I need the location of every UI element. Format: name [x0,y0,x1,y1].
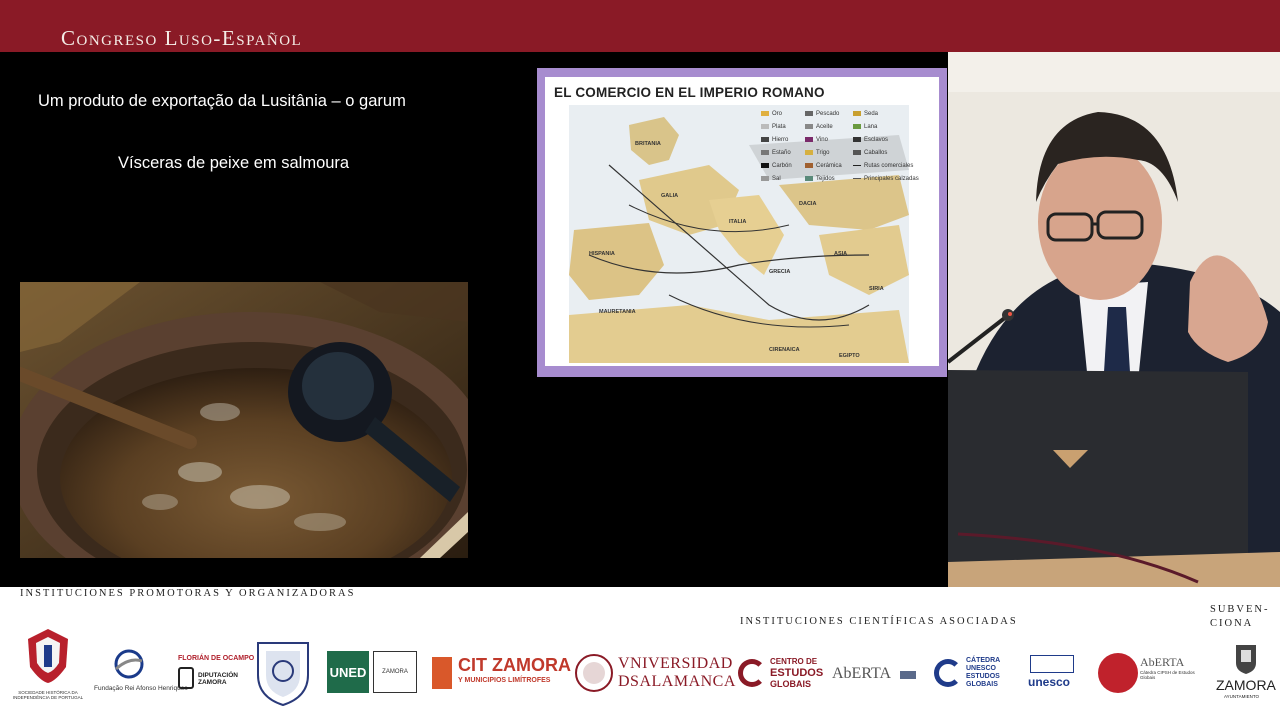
cipsh-label: Cátedra CIPSH de Estudos Globais [1140,670,1195,680]
crest-icon [28,629,68,683]
legend-item: Vino [816,137,828,144]
region-label: CIRENAICA [769,347,800,353]
legend-item: Seda [864,111,879,118]
map-title: EL COMERCIO EN EL IMPERIO ROMANO [554,85,825,100]
presentation-slide: Um produto de exportação da Lusitânia – … [0,52,948,587]
fundacao-icon [114,649,144,679]
ceg-label-3: GLOBAIS [770,679,812,689]
cit-icon [432,657,452,689]
zeta-icon [178,667,194,689]
promoters-heading: Instituciones promotoras y organizadoras [20,588,356,599]
usal-seal-icon [575,654,613,692]
diputacion-label: DIPUTACIÓN ZAMORA [198,672,238,686]
crest-shield-logo [252,637,314,707]
garum-pot-photo [20,282,468,558]
region-label: SIRIA [869,286,884,292]
aberta-logo: AbERTA [832,665,922,687]
top-banner: Congreso Luso-Español [0,0,1280,52]
cit-sublabel: Y MUNICIPIOS LIMÍTROFES [458,677,551,684]
slide-heading: Um produto de exportação da Lusitânia – … [38,92,406,110]
diputacion-zamora-logo: FLORIÁN DE OCAMPO DIPUTACIÓN ZAMORA [178,655,254,697]
zamora-sublabel: AYUNTAMIENTO [1224,694,1260,699]
zamora-label: ZAMORA [1216,677,1276,693]
region-label: GALIA [661,193,678,199]
region-label: BRITANIA [635,141,661,147]
map-illustration: BRITANIA GALIA HISPANIA MAURETANIA ITALI… [569,105,909,363]
legend-item: Estaño [772,150,791,157]
cipsh-seal-icon [1098,653,1138,693]
catedra-label-1: CÁTEDRA [966,657,1001,664]
aberta2-label: AbERTA [1140,655,1185,669]
legend-item: Tejidos [816,176,835,183]
usal-logo: VNIVERSIDAD DSALAMANCA [574,653,735,693]
ceg-icon [738,659,766,687]
catedra-label-2: UNESCO [966,665,996,672]
region-label: DACIA [799,201,816,207]
legend-item: Rutas comerciales [864,163,914,169]
legend-item: Esclavos [864,137,889,144]
legend-item: Pescado [816,111,840,118]
usal-label-1: VNIVERSIDAD [618,655,733,672]
subvenciona-heading-1: Subven- [1210,604,1270,615]
shield-icon [257,642,309,707]
catedra-icon [934,659,962,687]
map-panel: EL COMERCIO EN EL IMPERIO ROMANO BRITANI… [545,77,939,366]
catedra-label-4: GLOBAIS [966,681,998,688]
ceg-label-2: ESTUDOS [770,667,824,679]
legend-item: Oro [772,111,783,118]
catedra-unesco-logo: CÁTEDRA UNESCO ESTUDOS GLOBAIS [934,657,1014,693]
region-label: ASIA [834,251,847,257]
aberta-bar-icon [900,671,916,679]
unesco-temple-icon [1030,655,1074,673]
ceg-logo: CENTRO DE ESTUDOS GLOBAIS [738,657,824,691]
legend-item: Sal [772,176,781,183]
cit-label: CIT ZAMORA [458,655,571,675]
unesco-label: unesco [1028,675,1071,689]
roman-trade-map: EL COMERCIO EN EL IMPERIO ROMANO BRITANI… [537,68,947,377]
cipsh-logo: AbERTA Cátedra CIPSH de Estudos Globais [1098,653,1208,697]
legend-item: Principales calzadas [864,176,919,182]
speaker-webcam [948,52,1280,587]
uned-zamora-label: ZAMORA [373,651,417,693]
subvenciona-heading-2: ciona [1210,618,1254,629]
scientific-institutions-heading: Instituciones científicas asociadas [740,616,1018,627]
cit-zamora-logo: CIT ZAMORA Y MUNICIPIOS LIMÍTROFES [432,655,571,691]
legend-item: Trigo [816,150,830,157]
uned-badge: UNED [327,651,369,693]
aberta-label: AbERTA [832,665,892,682]
unesco-logo: unesco [1026,655,1082,695]
sponsors-footer: Instituciones promotoras y organizadoras… [0,587,1280,720]
florian-label: FLORIÁN DE OCAMPO [178,655,255,662]
legend-item: Hierro [772,137,789,144]
legend-item: Lana [864,124,878,131]
fundacao-caption: Fundação Rei Afonso Henriques [94,685,188,692]
zamora-crest-icon [1236,645,1256,674]
region-label: ITALIA [729,219,746,225]
slide-subheading: Vísceras de peixe em salmoura [118,154,350,172]
catedra-label-3: ESTUDOS [966,673,1000,680]
region-label: MAURETANIA [599,309,636,315]
region-label: HISPANIA [589,251,615,257]
ship-logo: SOCIEDADE HISTÓRICA DA INDEPENDÊNCIA DE … [13,625,83,705]
uned-logo: UNED ZAMORA [327,651,417,693]
usal-label-2: DSALAMANCA [618,673,736,690]
ship-caption: SOCIEDADE HISTÓRICA DA INDEPENDÊNCIA DE … [12,690,84,700]
congress-title: Congreso Luso-Español [61,26,303,50]
legend-item: Plata [772,124,786,131]
region-label: EGIPTO [839,353,860,359]
legend-item: Cerámica [816,163,842,170]
ceg-label-1: CENTRO DE [770,657,818,666]
legend-item: Carbón [772,163,792,170]
legend-item: Caballos [864,150,888,157]
legend-item: Aceite [816,124,833,131]
region-label: GRECIA [769,269,790,275]
fundacao-logo: Fundação Rei Afonso Henriques [94,649,188,699]
zamora-ayuntamiento-logo: ZAMORA AYUNTAMIENTO [1214,641,1278,705]
